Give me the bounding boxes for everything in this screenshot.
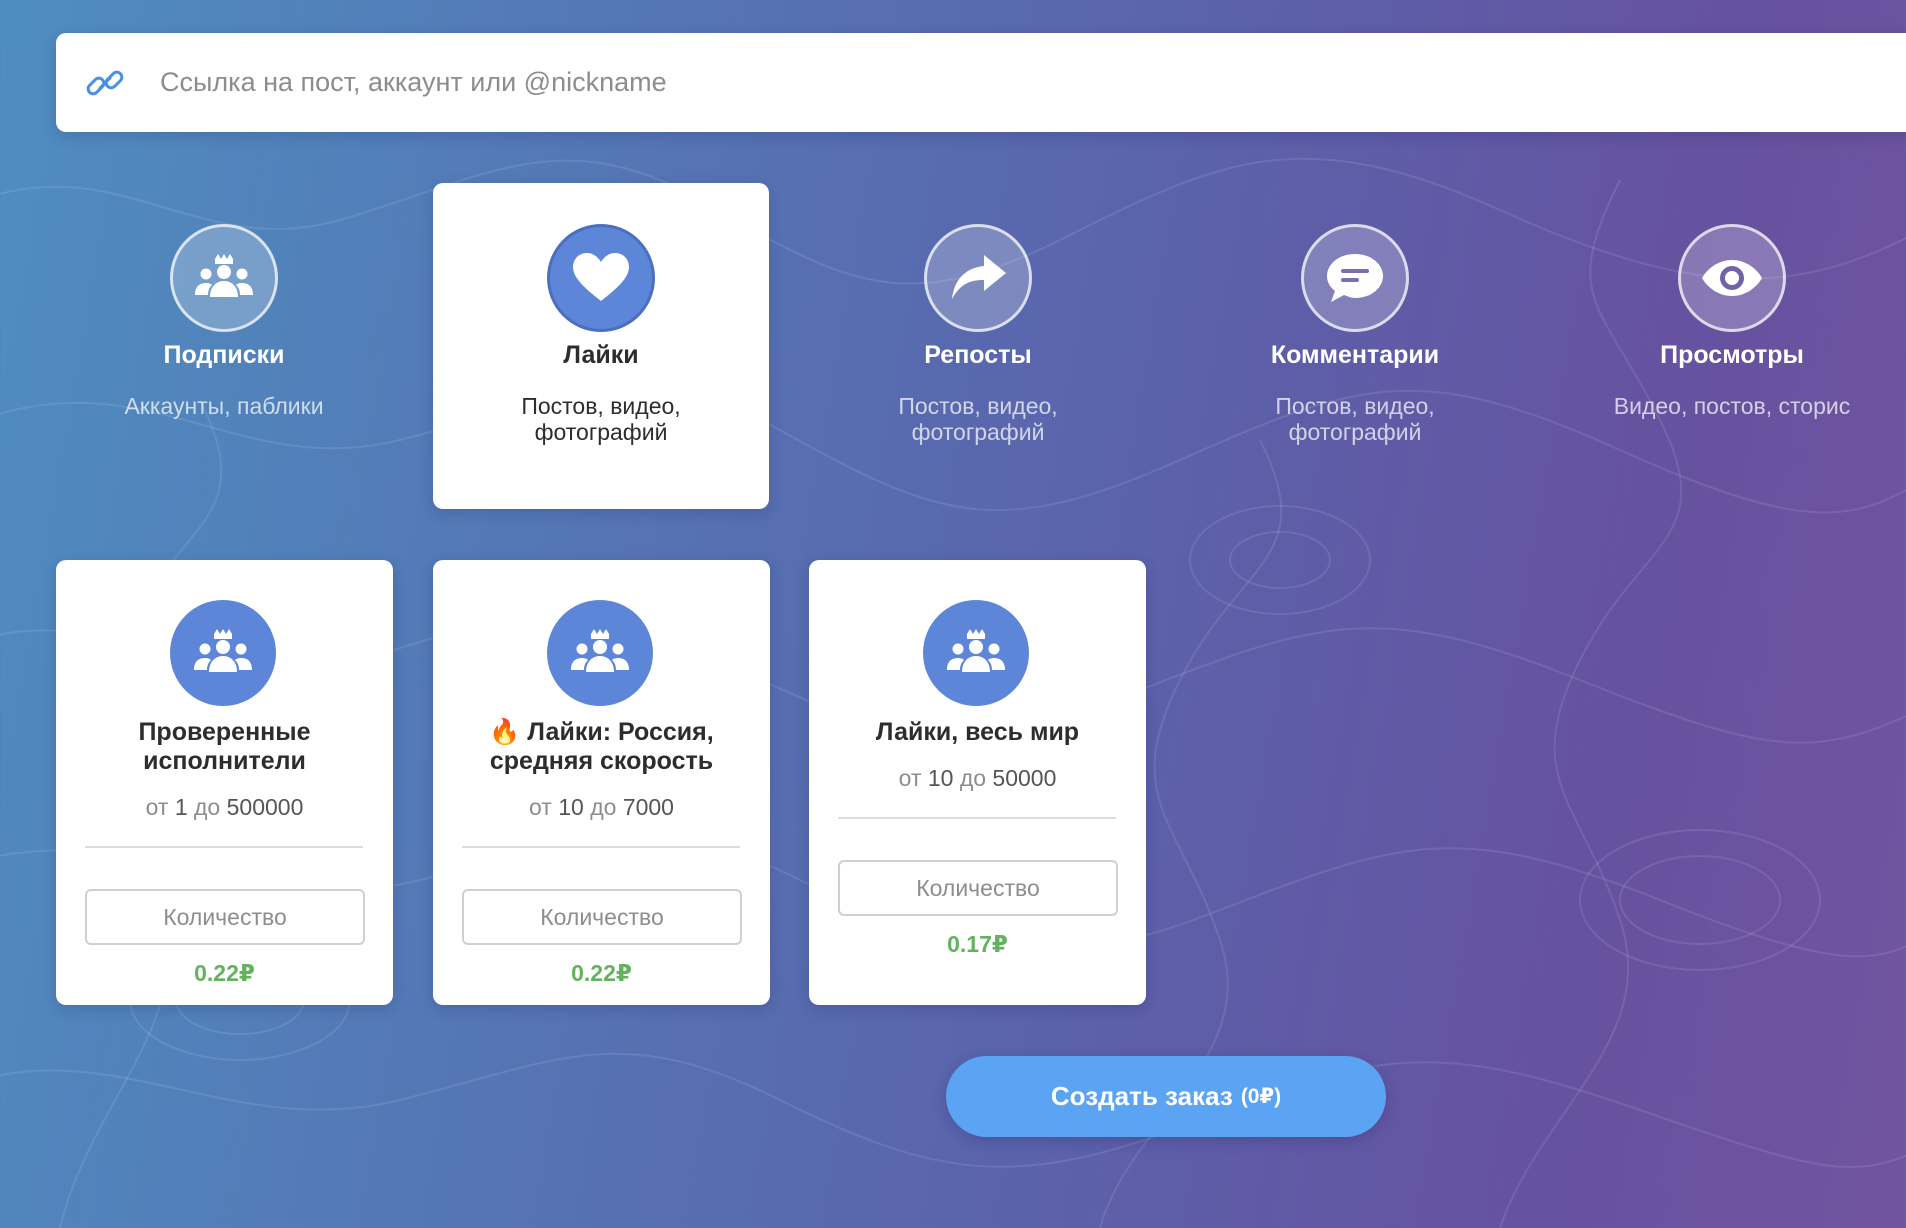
category-subtitle: Постов, видео, фотографий [898,393,1058,445]
category-subtitle: Постов, видео, фотографий [1275,393,1435,445]
service-card-verified[interactable]: Проверенные исполнители от 1 до 500000 0… [56,560,393,1005]
heart-icon [547,224,655,332]
category-title: Просмотры [1660,341,1804,369]
share-arrow-icon [924,224,1032,332]
category-comments[interactable]: Комментарии Постов, видео, фотографий [1187,183,1523,509]
eye-icon [1678,224,1786,332]
users-icon [170,600,276,706]
order-total: (0₽) [1240,1085,1282,1108]
service-title: Проверенные исполнители [138,718,311,775]
quantity-input[interactable] [838,860,1118,916]
service-range: от 1 до 500000 [145,794,304,820]
service-range: от 10 до 7000 [529,794,674,820]
category-title: Комментарии [1270,341,1440,369]
users-icon [547,600,653,706]
category-title: Репосты [924,341,1032,369]
category-title: Подписки [163,341,285,369]
service-card-likes-russia[interactable]: 🔥 Лайки: Россия, средняя скорость от 10 … [433,560,770,1005]
service-title: Лайки, весь мир [875,718,1080,746]
service-card-likes-world[interactable]: Лайки, весь мир от 10 до 50000 0.17₽ [809,560,1146,1005]
users-icon [170,224,278,332]
service-price: 0.17₽ [947,931,1008,957]
users-icon [923,600,1029,706]
service-price: 0.22₽ [571,960,632,986]
category-subtitle: Видео, постов, сторис [1613,393,1851,419]
service-range: от 10 до 50000 [898,765,1057,791]
category-subscriptions[interactable]: Подписки Аккаунты, паблики [56,183,392,509]
quantity-input[interactable] [85,889,365,945]
category-likes[interactable]: Лайки Постов, видео, фотографий [433,183,769,509]
link-input[interactable] [158,51,1762,114]
create-order-label: Создать заказ [1050,1081,1233,1111]
category-views[interactable]: Просмотры Видео, постов, сторис [1564,183,1900,509]
link-search-bar [56,33,1906,132]
category-reposts[interactable]: Репосты Постов, видео, фотографий [810,183,1146,509]
divider [462,846,740,848]
service-title: 🔥 Лайки: Россия, средняя скорость [489,718,714,775]
comment-icon [1301,224,1409,332]
category-subtitle: Постов, видео, фотографий [521,393,681,445]
divider [85,846,363,848]
divider [838,817,1116,819]
category-subtitle: Аккаунты, паблики [124,393,324,419]
quantity-input[interactable] [462,889,742,945]
link-icon [82,60,128,106]
category-title: Лайки [563,341,639,369]
create-order-button[interactable]: Создать заказ (0₽) [946,1056,1386,1137]
service-price: 0.22₽ [194,960,255,986]
